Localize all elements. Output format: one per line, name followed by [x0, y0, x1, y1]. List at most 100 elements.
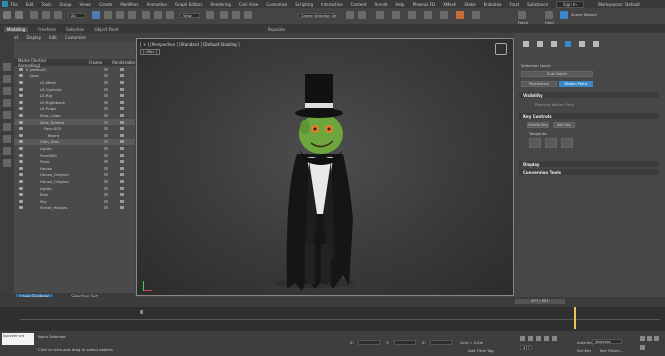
explorer-row[interactable]: House_Original	[0, 172, 135, 179]
frozen-toggle-icon[interactable]	[104, 120, 108, 124]
renderable-toggle-icon[interactable]	[120, 193, 124, 197]
menu-file[interactable]: File	[11, 2, 18, 7]
light-filter-icon[interactable]	[3, 123, 11, 131]
menu-animation[interactable]: Animation	[147, 2, 167, 7]
bind-space-warp-icon[interactable]	[54, 11, 62, 19]
renderable-toggle-icon[interactable]	[120, 199, 124, 203]
frozen-toggle-icon[interactable]	[104, 193, 108, 197]
hierarchy-tab-icon[interactable]	[551, 41, 557, 47]
key-controls-rollout[interactable]: Key Controls	[519, 113, 659, 119]
add-key-button[interactable]: Add Key	[553, 122, 575, 128]
rotate-icon[interactable]	[154, 11, 162, 19]
renderable-toggle-icon[interactable]	[120, 67, 124, 71]
set-key-button[interactable]: Set Key	[577, 348, 591, 353]
rect-selection-icon[interactable]	[116, 11, 124, 19]
explorer-row[interactable]: LE-Props	[0, 106, 135, 113]
explorer-row[interactable]: Lights	[0, 145, 135, 152]
visibility-eye-icon[interactable]	[19, 67, 23, 71]
frozen-toggle-icon[interactable]	[104, 153, 108, 157]
visibility-eye-icon[interactable]	[19, 87, 23, 91]
tab-object-paint[interactable]: Object Paint	[94, 27, 118, 32]
zoom-all-icon[interactable]	[647, 336, 652, 341]
frozen-toggle-icon[interactable]	[104, 146, 108, 150]
menu-create[interactable]: Create	[99, 2, 112, 7]
fetch-icon[interactable]	[518, 11, 526, 19]
display-all-icon[interactable]	[3, 75, 11, 83]
orbit-icon[interactable]	[640, 345, 645, 350]
frozen-toggle-icon[interactable]	[104, 186, 108, 190]
scale-icon[interactable]	[166, 11, 174, 19]
current-frame-field[interactable]: 477	[520, 345, 532, 350]
renderable-toggle-icon[interactable]	[120, 206, 124, 210]
renderable-toggle-icon[interactable]	[120, 140, 124, 144]
renderable-toggle-icon[interactable]	[120, 166, 124, 170]
menu-xmesh[interactable]: XMesh	[443, 2, 456, 7]
visibility-eye-icon[interactable]	[19, 94, 23, 98]
conversion-tools-rollout[interactable]: Conversion Tools	[519, 169, 659, 175]
go-to-start-icon[interactable]	[520, 336, 525, 341]
curve-editor-icon[interactable]	[392, 11, 400, 19]
menu-tools[interactable]: Tools	[41, 2, 51, 7]
explorer-row[interactable]: LE-Controls	[0, 86, 135, 93]
play-icon[interactable]	[536, 336, 541, 341]
frozen-toggle-icon[interactable]	[104, 199, 108, 203]
frozen-toggle-icon[interactable]	[104, 107, 108, 111]
visibility-eye-icon[interactable]	[19, 153, 23, 157]
parameters-button[interactable]: Parameters	[521, 81, 557, 87]
renderable-toggle-icon[interactable]	[120, 146, 124, 150]
redo-icon[interactable]	[15, 11, 23, 19]
frozen-toggle-icon[interactable]	[104, 206, 108, 210]
explorer-row[interactable]: 0 (default)	[0, 66, 135, 73]
reference-coord-select[interactable]: View	[180, 13, 200, 18]
menu-phoenix-fd[interactable]: Phoenix FD	[413, 2, 436, 7]
menu-civil-view[interactable]: Civil View	[239, 2, 258, 7]
mirror-icon[interactable]	[346, 11, 354, 19]
key-filters-button[interactable]: Key Filters...	[600, 348, 623, 353]
tab-freeform[interactable]: Freeform	[38, 27, 56, 32]
scene-wizard-icon[interactable]	[560, 11, 568, 19]
helper-filter-icon[interactable]	[3, 147, 11, 155]
x-coord-field[interactable]	[358, 340, 380, 345]
menu-edit[interactable]: Edit	[26, 2, 34, 7]
menu-scripting[interactable]: Scripting	[295, 2, 313, 7]
explorer-row[interactable]: LE-Mesh	[0, 79, 135, 86]
visibility-eye-icon[interactable]	[19, 133, 23, 137]
keyframe-marker[interactable]	[140, 310, 143, 314]
menu-interactive[interactable]: Interactive	[321, 2, 343, 7]
workspace-select[interactable]: Default	[625, 2, 640, 7]
undo-icon[interactable]	[3, 11, 11, 19]
create-selection-set-field[interactable]: Create Selection Se	[298, 13, 338, 18]
align-icon[interactable]	[358, 11, 366, 19]
column-frozen[interactable]: Frozen	[89, 60, 102, 65]
go-to-end-icon[interactable]	[552, 336, 557, 341]
renderable-toggle-icon[interactable]	[120, 100, 124, 104]
visibility-eye-icon[interactable]	[19, 140, 23, 144]
render-setup-icon[interactable]	[440, 11, 448, 19]
frozen-toggle-icon[interactable]	[104, 173, 108, 177]
render-frame-icon[interactable]	[456, 11, 464, 19]
shape-filter-icon[interactable]	[3, 111, 11, 119]
delete-key-button[interactable]: Delete Key	[527, 122, 549, 128]
angle-snap-icon[interactable]	[232, 11, 240, 19]
visibility-eye-icon[interactable]	[19, 107, 23, 111]
visibility-eye-icon[interactable]	[19, 160, 23, 164]
geometry-filter-icon[interactable]	[3, 99, 11, 107]
renderable-toggle-icon[interactable]	[120, 120, 124, 124]
column-renderable[interactable]: Renderable	[112, 60, 135, 65]
remove-motion-path-button[interactable]: Remove Motion Path	[535, 102, 574, 107]
visibility-eye-icon[interactable]	[19, 206, 23, 210]
scene-wizard-label[interactable]: Scene Wizard	[571, 12, 597, 17]
explorer-row[interactable]: Lights	[0, 185, 135, 192]
frozen-toggle-icon[interactable]	[104, 94, 108, 98]
hold-icon[interactable]	[545, 11, 553, 19]
frozen-toggle-icon[interactable]	[104, 179, 108, 183]
renderable-toggle-icon[interactable]	[120, 107, 124, 111]
explorer-row[interactable]: Sky	[0, 198, 135, 205]
move-icon[interactable]	[142, 11, 150, 19]
visibility-eye-icon[interactable]	[19, 186, 23, 190]
explorer-row[interactable]: House_Original	[0, 178, 135, 185]
tab-modeling[interactable]: Modeling	[4, 26, 29, 32]
renderable-toggle-icon[interactable]	[120, 133, 124, 137]
explorer-row[interactable]: Front000	[0, 152, 135, 159]
display-invert-icon[interactable]	[3, 87, 11, 95]
